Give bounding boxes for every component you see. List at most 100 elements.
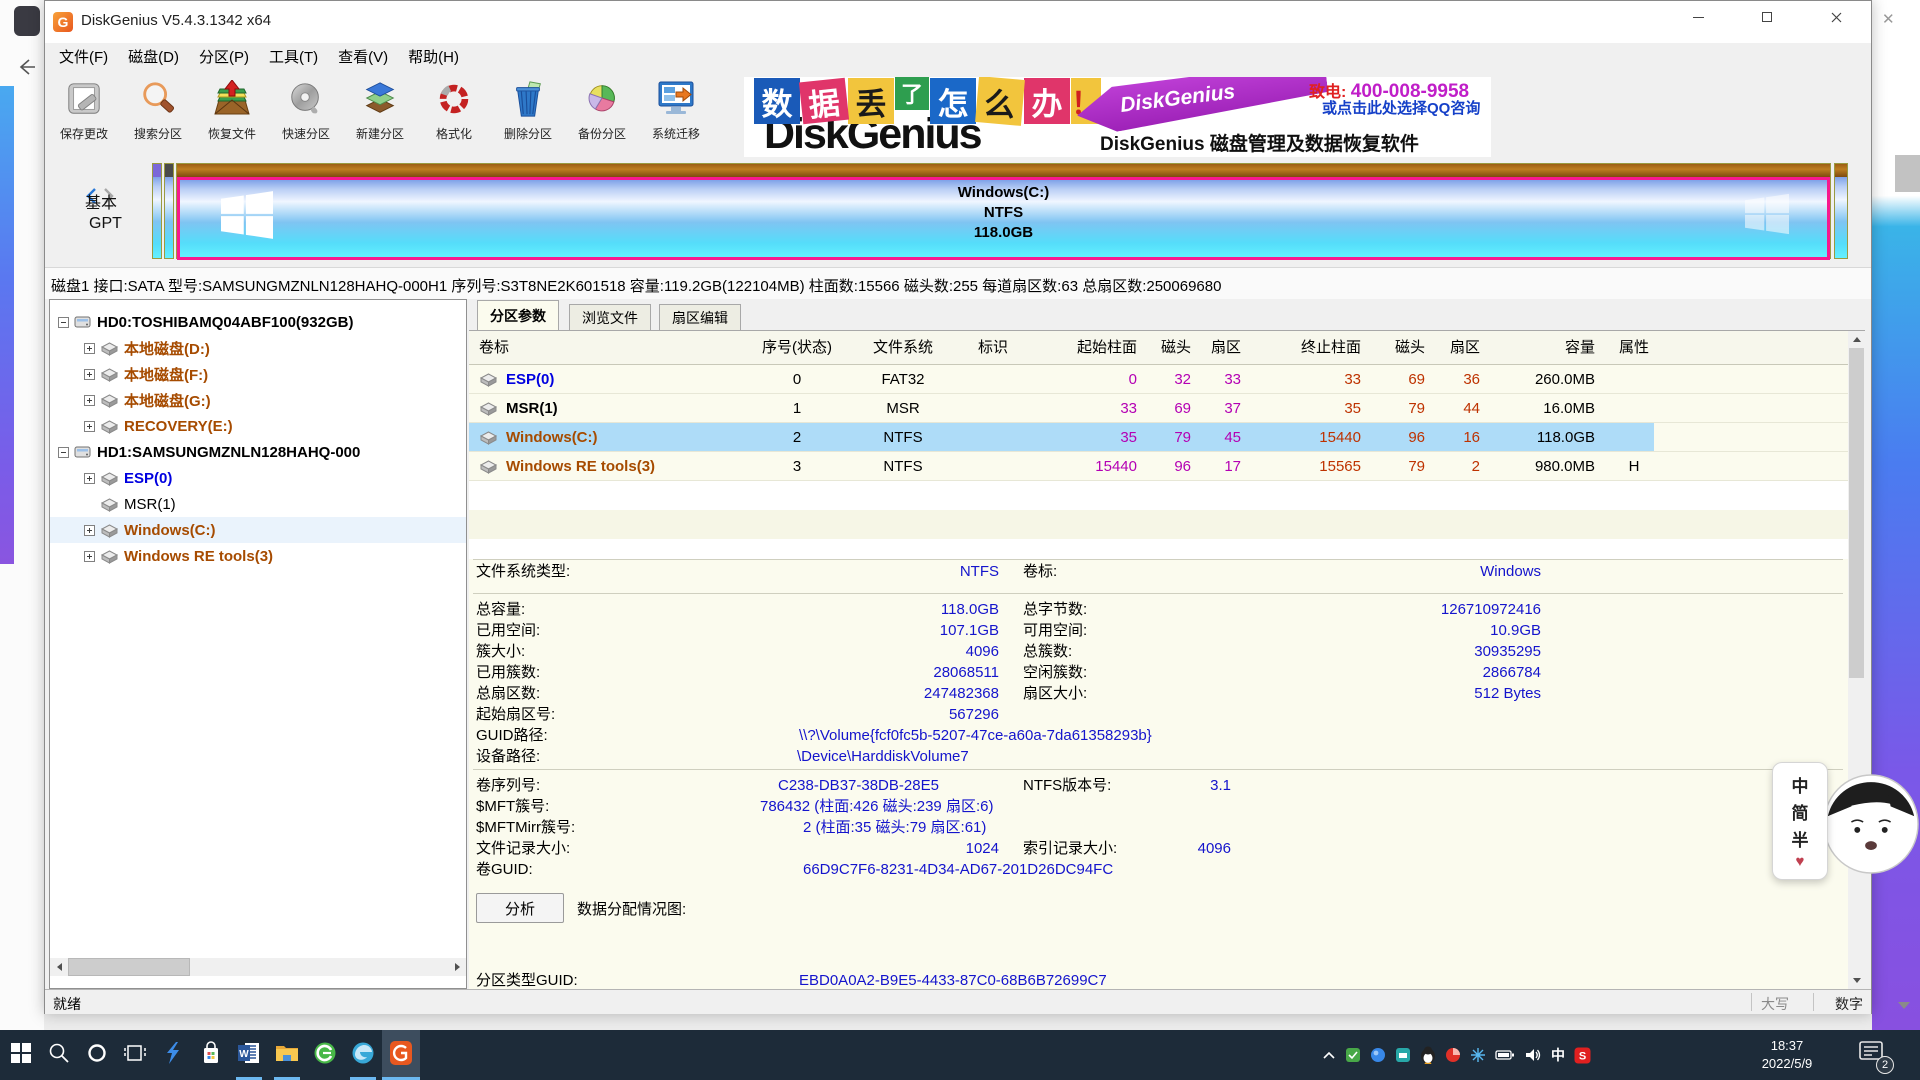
- collapse-icon[interactable]: [58, 447, 69, 458]
- taskbar-edge-button[interactable]: [344, 1030, 382, 1080]
- column-header-11[interactable]: 属性: [1599, 331, 1669, 365]
- menu-item-tools[interactable]: 工具(T): [259, 43, 328, 73]
- recover-files-button[interactable]: 恢复文件: [195, 73, 269, 157]
- table-row[interactable]: Windows(C:)2NTFS357945154409616118.0GB: [469, 423, 1865, 452]
- minimize-button[interactable]: [1675, 1, 1721, 33]
- column-header-6[interactable]: 扇区: [1195, 331, 1241, 365]
- ime-toolbar[interactable]: 中简半 ♥: [1772, 762, 1828, 880]
- table-row[interactable]: Windows RE tools(3)3NTFS1544096171556579…: [469, 452, 1865, 481]
- partition-block-msr[interactable]: [164, 163, 174, 259]
- menu-item-partition[interactable]: 分区(P): [189, 43, 259, 73]
- column-header-10[interactable]: 容量: [1484, 331, 1595, 365]
- ad-qq-link[interactable]: 或点击此处选择QQ咨询: [1322, 97, 1480, 118]
- tree-item-8[interactable]: Windows(C:): [50, 517, 466, 543]
- teal-app-icon[interactable]: [1395, 1047, 1411, 1063]
- tree-item-7[interactable]: MSR(1): [50, 491, 466, 517]
- expand-icon[interactable]: [84, 551, 95, 562]
- table-row[interactable]: MSR(1)1MSR33693735794416.0MB: [469, 394, 1865, 423]
- ad-banner[interactable]: 数据丢了怎么办！ DiskGenius DiskGenius DiskGeniu…: [744, 77, 1491, 157]
- taskbar-word-button[interactable]: W: [230, 1030, 268, 1080]
- taskbar-search-button[interactable]: [40, 1030, 78, 1080]
- column-header-8[interactable]: 磁头: [1365, 331, 1425, 365]
- new-partition-button[interactable]: 新建分区: [343, 73, 417, 157]
- tree-item-2[interactable]: 本地磁盘(F:): [50, 361, 466, 387]
- scrollbar-thumb[interactable]: [1849, 348, 1864, 678]
- column-header-0[interactable]: 卷标: [479, 331, 741, 365]
- volume-icon[interactable]: [1524, 1047, 1542, 1063]
- analyze-button[interactable]: 分析: [476, 893, 564, 923]
- scroll-down-icon[interactable]: [1848, 972, 1865, 989]
- taskbar-store-button[interactable]: [192, 1030, 230, 1080]
- delete-partition-button[interactable]: 删除分区: [491, 73, 565, 157]
- backup-partition-button[interactable]: 备份分区: [565, 73, 639, 157]
- menu-item-help[interactable]: 帮助(H): [398, 43, 469, 73]
- taskbar-file-explorer-button[interactable]: [268, 1030, 306, 1080]
- ime-mascot-avatar[interactable]: [1822, 772, 1920, 876]
- red-pinwheel-icon[interactable]: [1445, 1047, 1461, 1063]
- tree-item-0[interactable]: HD0:TOSHIBAMQ04ABF100(932GB): [50, 309, 466, 335]
- scrollbar-thumb[interactable]: [68, 958, 190, 976]
- scroll-left-icon[interactable]: [50, 958, 68, 976]
- taskbar-cortana-button[interactable]: [78, 1030, 116, 1080]
- tree-item-1[interactable]: 本地磁盘(D:): [50, 335, 466, 361]
- column-header-7[interactable]: 终止柱面: [1245, 331, 1361, 365]
- save-changes-button[interactable]: 保存更改: [47, 73, 121, 157]
- column-header-1[interactable]: 序号(状态): [749, 331, 845, 365]
- tree-item-5[interactable]: HD1:SAMSUNGMZNLN128HAHQ-000: [50, 439, 466, 465]
- chevron-up-icon[interactable]: [1322, 1050, 1336, 1060]
- qq-penguin-icon[interactable]: [1420, 1046, 1436, 1064]
- taskbar-clock[interactable]: 18:37 2022/5/9: [1745, 1037, 1829, 1073]
- tab-sector-edit[interactable]: 扇区编辑: [659, 304, 741, 330]
- green-app-icon[interactable]: [1345, 1047, 1361, 1063]
- scroll-up-icon[interactable]: [1848, 331, 1865, 348]
- quick-partition-button[interactable]: 快速分区: [269, 73, 343, 157]
- taskbar-task-view-button[interactable]: [116, 1030, 154, 1080]
- system-migration-button[interactable]: 系统迁移: [639, 73, 713, 157]
- tree-item-6[interactable]: ESP(0): [50, 465, 466, 491]
- scroll-right-icon[interactable]: [448, 958, 466, 976]
- format-button[interactable]: 格式化: [417, 73, 491, 157]
- column-header-2[interactable]: 文件系统: [853, 331, 953, 365]
- taskbar-start-button[interactable]: [2, 1030, 40, 1080]
- tree-item-3[interactable]: 本地磁盘(G:): [50, 387, 466, 413]
- menu-item-file[interactable]: 文件(F): [49, 43, 118, 73]
- ime-mode-2[interactable]: 半: [1792, 826, 1809, 851]
- notification-center-button[interactable]: 2: [1852, 1040, 1892, 1070]
- column-header-5[interactable]: 磁头: [1141, 331, 1191, 365]
- expand-icon[interactable]: [84, 421, 95, 432]
- search-partition-button[interactable]: 搜索分区: [121, 73, 195, 157]
- close-button[interactable]: [1813, 1, 1859, 33]
- tab-browse-files[interactable]: 浏览文件: [569, 304, 651, 330]
- battery-icon[interactable]: [1495, 1049, 1515, 1061]
- column-header-4[interactable]: 起始柱面: [1029, 331, 1137, 365]
- tree-item-9[interactable]: Windows RE tools(3): [50, 543, 466, 569]
- collapse-icon[interactable]: [58, 317, 69, 328]
- column-header-9[interactable]: 扇区: [1429, 331, 1480, 365]
- expand-icon[interactable]: [84, 473, 95, 484]
- table-row[interactable]: ESP(0)0FAT3203233336936260.0MB: [469, 365, 1865, 394]
- ime-language-icon[interactable]: 中: [1551, 1045, 1565, 1065]
- taskbar-flash-button[interactable]: [154, 1030, 192, 1080]
- blue-ball-icon[interactable]: [1370, 1047, 1386, 1063]
- ime-mode-1[interactable]: 简: [1792, 799, 1809, 824]
- partition-block-re-tools[interactable]: [1834, 163, 1848, 259]
- sogou-icon[interactable]: S: [1574, 1047, 1591, 1064]
- menu-item-disk[interactable]: 磁盘(D): [118, 43, 189, 73]
- menu-item-view[interactable]: 查看(V): [328, 43, 398, 73]
- column-header-3[interactable]: 标识: [961, 331, 1025, 365]
- tab-partition-params[interactable]: 分区参数: [477, 300, 559, 330]
- expand-icon[interactable]: [84, 525, 95, 536]
- panel-vertical-scrollbar[interactable]: [1848, 331, 1865, 989]
- snowflake-icon[interactable]: [1470, 1047, 1486, 1063]
- expand-icon[interactable]: [84, 343, 95, 354]
- heart-icon[interactable]: ♥: [1796, 853, 1805, 870]
- tree-item-4[interactable]: RECOVERY(E:): [50, 413, 466, 439]
- tree-horizontal-scrollbar[interactable]: [50, 958, 466, 976]
- partition-block-esp[interactable]: [152, 163, 162, 259]
- taskbar-browser-360-button[interactable]: [306, 1030, 344, 1080]
- expand-icon[interactable]: [84, 369, 95, 380]
- ime-mode-0[interactable]: 中: [1792, 772, 1809, 797]
- expand-icon[interactable]: [84, 395, 95, 406]
- taskbar-diskgenius-button[interactable]: [382, 1030, 420, 1080]
- maximize-button[interactable]: [1744, 1, 1790, 33]
